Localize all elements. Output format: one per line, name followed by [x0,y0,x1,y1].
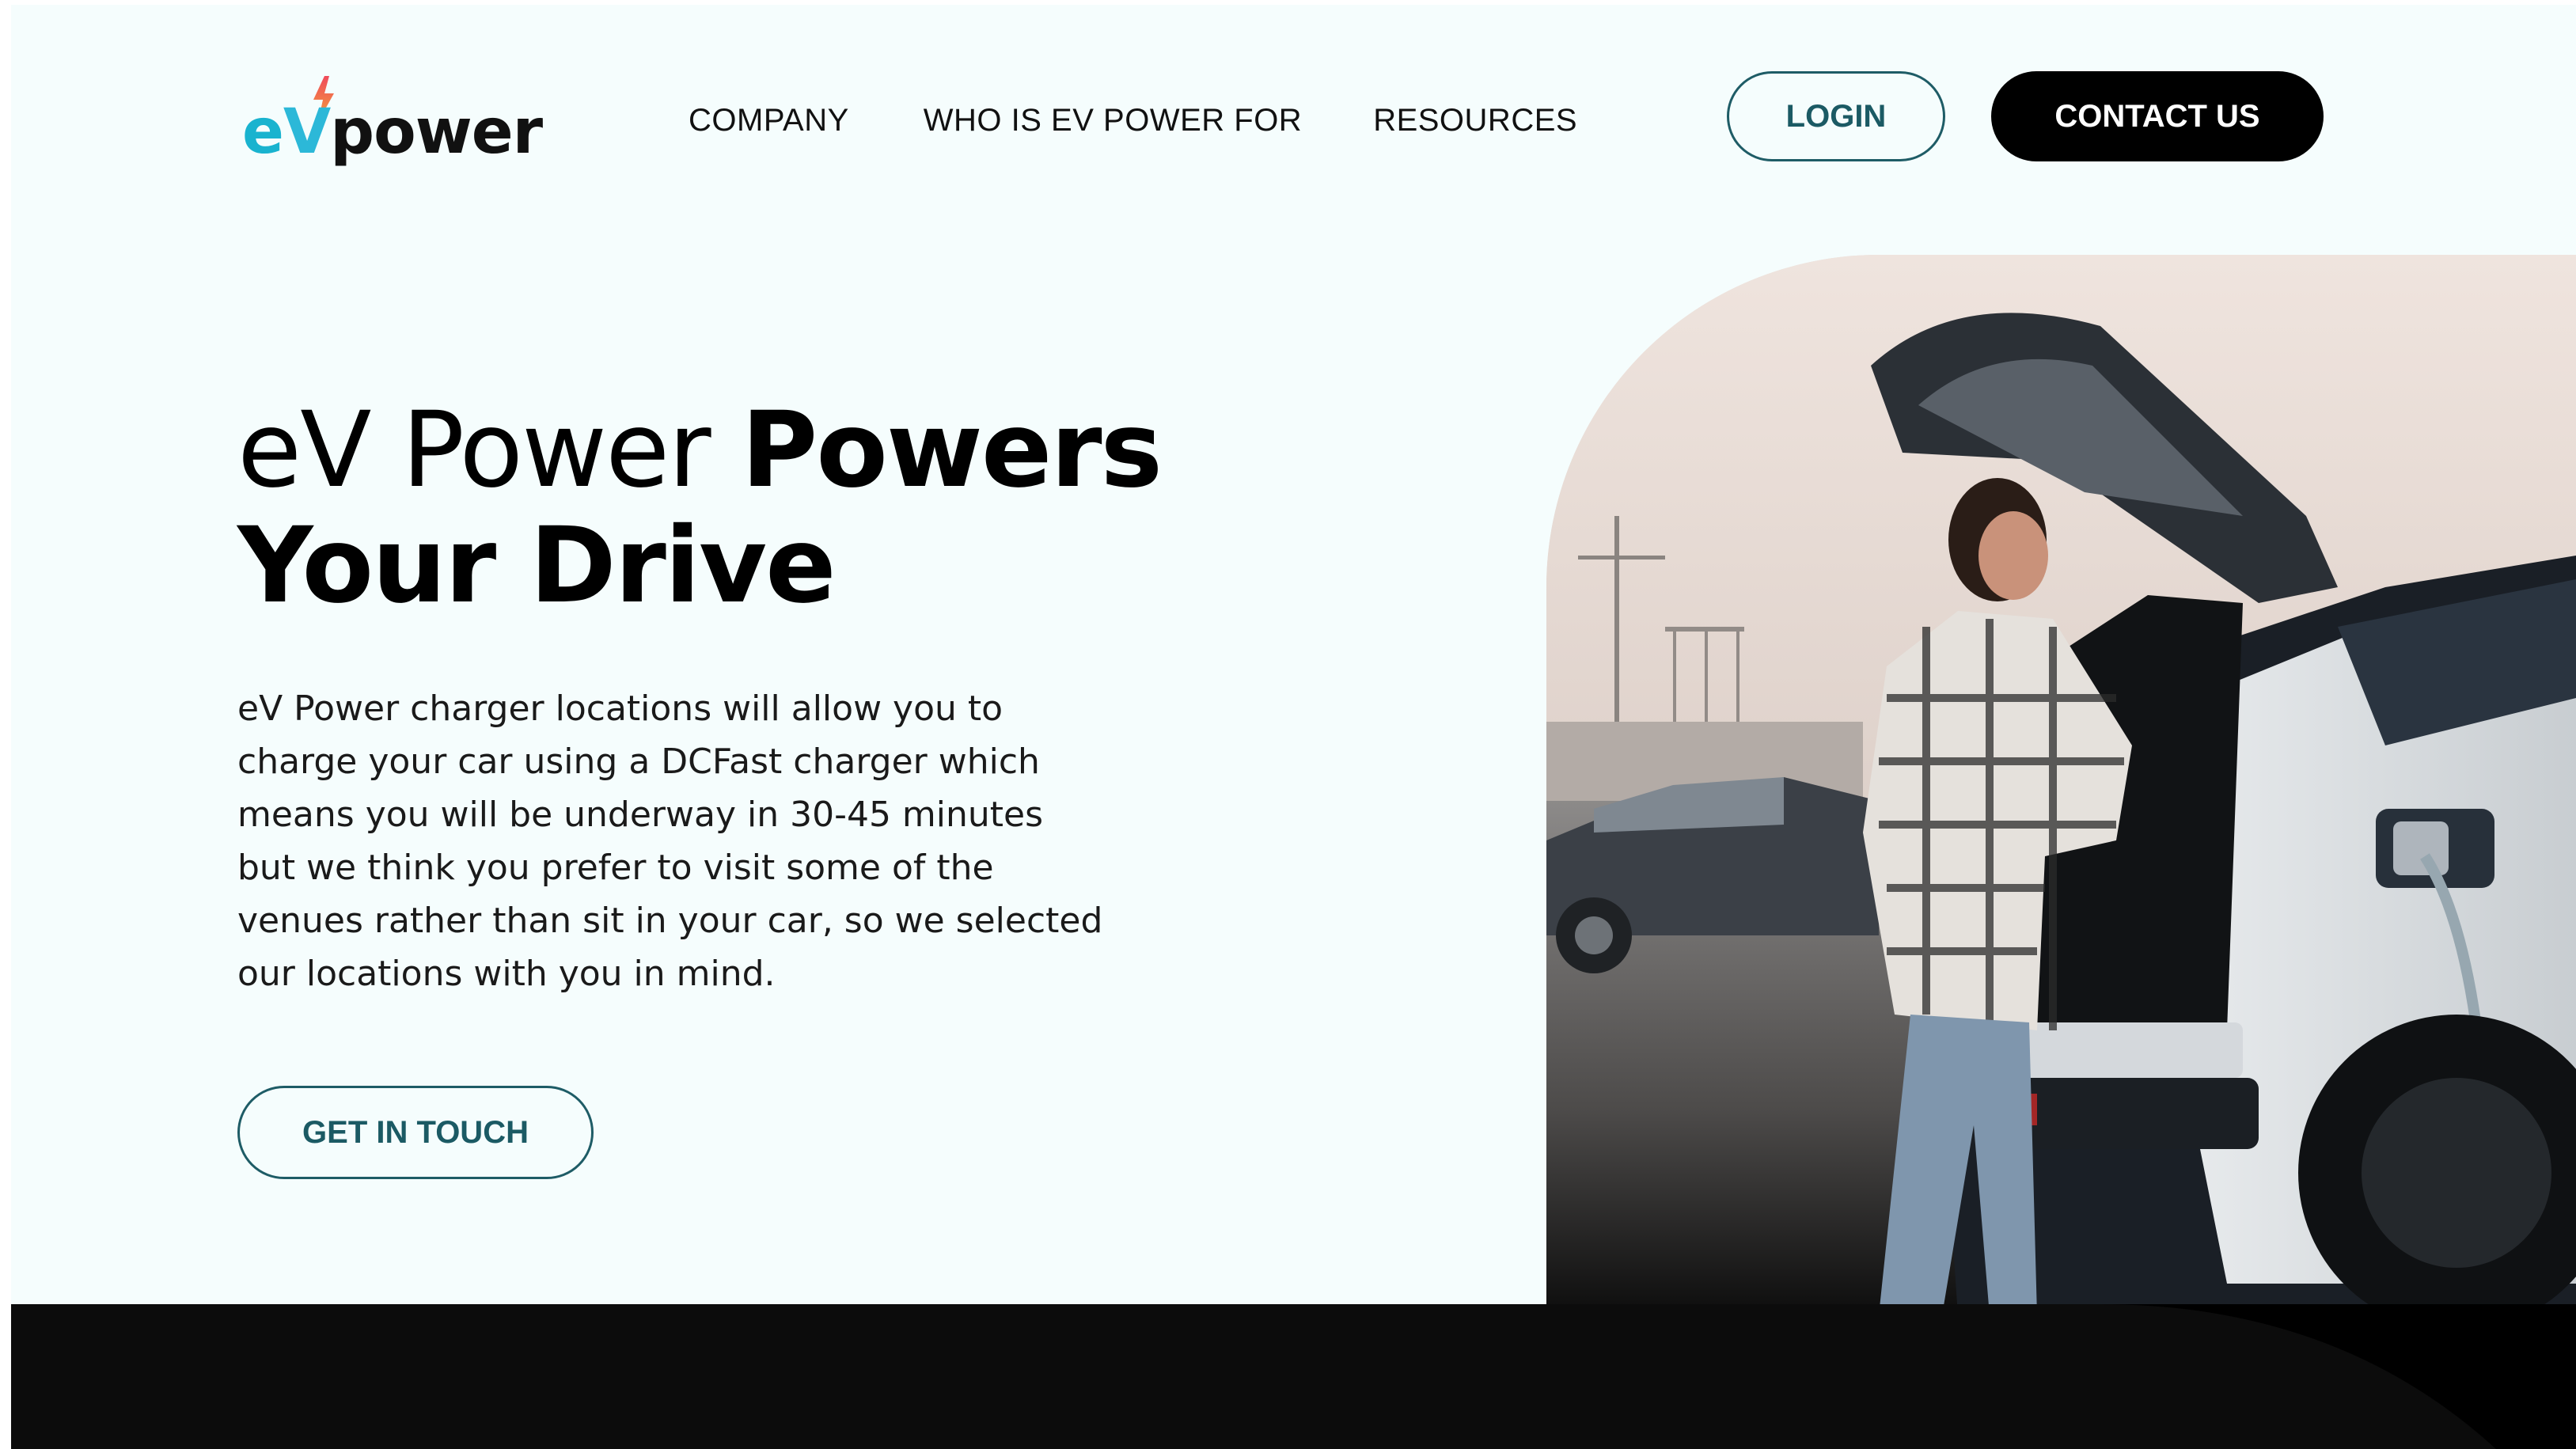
woman-charging-electric-car-photo [1546,255,2576,1315]
website-viewport: eVpower COMPANY WHO IS EV POWER FOR RESO… [11,5,2576,1449]
main-nav: COMPANY WHO IS EV POWER FOR RESOURCES [689,97,1577,144]
logo-wordmark: eVpower [242,97,543,168]
hero-title-bold-1: Powers [741,389,1163,511]
hero-title-light: eV Power [237,389,742,511]
get-in-touch-button[interactable]: GET IN TOUCH [237,1086,594,1179]
hero-title-bold-2: Your Drive [237,505,837,627]
logo-letter-v: V [283,97,331,168]
contact-us-button[interactable]: CONTACT US [1991,71,2324,161]
evpower-logo[interactable]: eVpower [242,74,543,169]
hero-photo [1546,255,2576,1315]
dark-band-curve [1784,1304,2576,1449]
page: eVpower COMPANY WHO IS EV POWER FOR RESO… [0,0,2576,1449]
nav-item-company[interactable]: COMPANY [689,103,849,138]
nav-item-resources[interactable]: RESOURCES [1373,103,1577,138]
login-button[interactable]: LOGIN [1727,71,1945,161]
hero-description: eV Power charger locations will allow yo… [237,688,1103,994]
logo-word-power: power [330,97,543,168]
logo-letter-e: e [242,97,284,168]
nav-item-who-is-ev-power-for[interactable]: WHO IS EV POWER FOR [924,103,1302,138]
hero-title: eV Power Powers Your Drive [237,393,1345,624]
